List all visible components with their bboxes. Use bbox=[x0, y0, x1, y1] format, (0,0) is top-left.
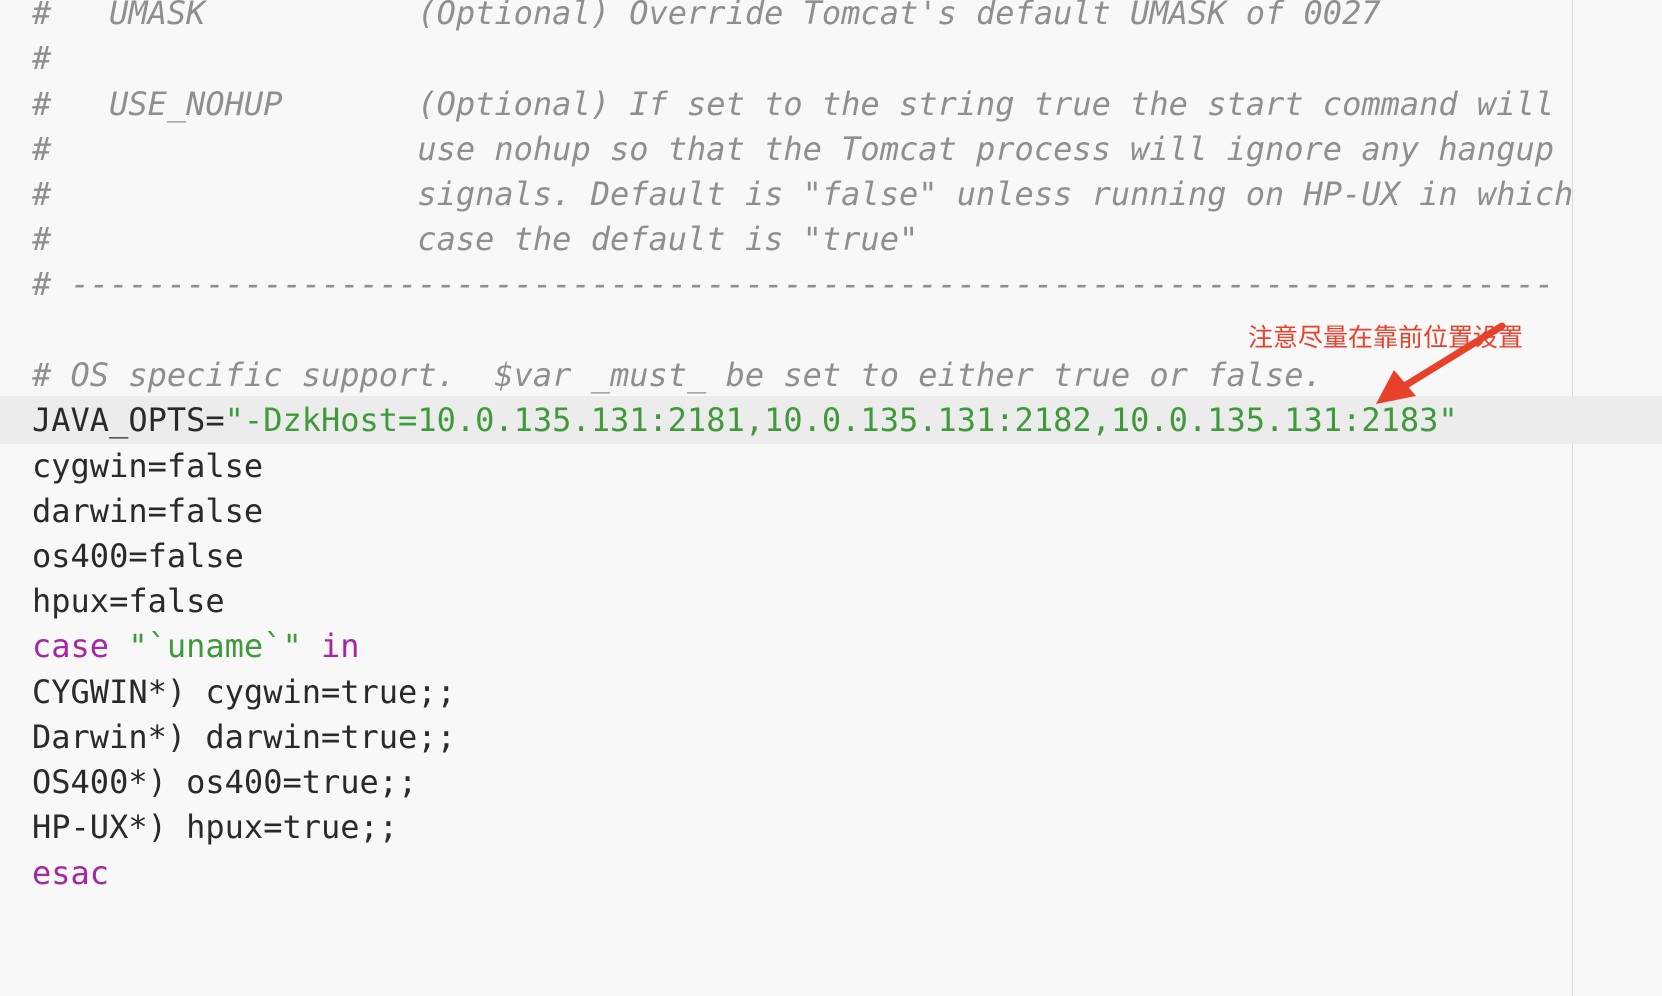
code-line-18: OS400*) os400=true;; bbox=[32, 763, 418, 801]
variable-name: JAVA_OPTS= bbox=[32, 401, 225, 439]
code-line-15: case "`uname`" in bbox=[32, 622, 360, 670]
keyword-case: case bbox=[32, 627, 110, 665]
string-literal: "`uname`" bbox=[128, 627, 302, 665]
print-margin-guide bbox=[1572, 0, 1573, 996]
code-line-17: Darwin*) darwin=true;; bbox=[32, 718, 456, 756]
code-line-3: # USE_NOHUP (Optional) If set to the str… bbox=[32, 85, 1554, 123]
keyword-in: in bbox=[320, 627, 360, 665]
code-line-6: # case the default is "true" bbox=[32, 220, 919, 258]
code-line-13: os400=false bbox=[32, 537, 244, 575]
code-line-1: # UMASK (Optional) Override Tomcat's def… bbox=[32, 0, 1381, 32]
annotation-arrow-icon bbox=[1376, 322, 1506, 404]
code-line-12: darwin=false bbox=[32, 492, 264, 530]
code-editor[interactable]: # UMASK (Optional) Override Tomcat's def… bbox=[0, 0, 1662, 996]
code-line-11: cygwin=false bbox=[32, 447, 264, 485]
code-line-16: CYGWIN*) cygwin=true;; bbox=[32, 673, 456, 711]
code-line-14: hpux=false bbox=[32, 582, 225, 620]
code-line-5: # signals. Default is "false" unless run… bbox=[32, 175, 1574, 213]
code-line-9: # OS specific support. $var _must_ be se… bbox=[32, 356, 1323, 394]
string-literal: "-DzkHost=10.0.135.131:2181,10.0.135.131… bbox=[224, 401, 1458, 439]
java-opts-assignment: JAVA_OPTS="-DzkHost=10.0.135.131:2181,10… bbox=[32, 396, 1458, 444]
code-line-20: esac bbox=[32, 854, 110, 892]
code-line-7: # --------------------------------------… bbox=[32, 265, 1554, 303]
code-line-2: # bbox=[32, 39, 52, 77]
code-line-19: HP-UX*) hpux=true;; bbox=[32, 808, 399, 846]
code-line-4: # use nohup so that the Tomcat process w… bbox=[32, 130, 1554, 168]
